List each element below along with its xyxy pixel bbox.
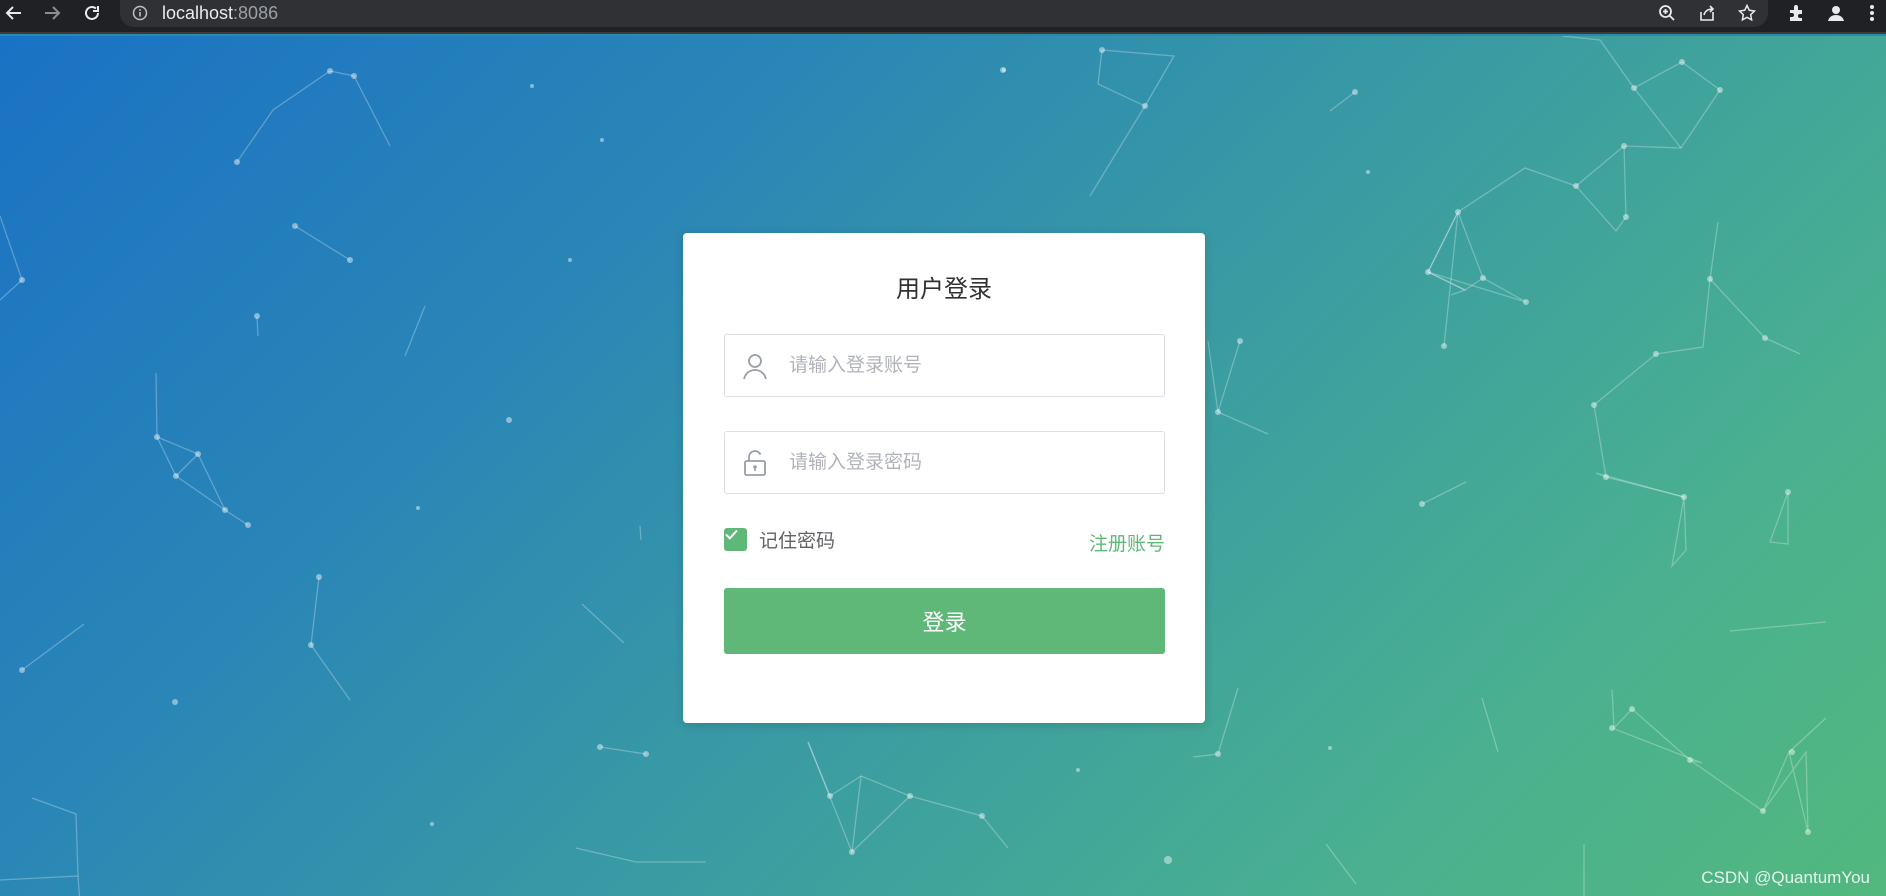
back-button[interactable]	[0, 0, 28, 26]
share-icon[interactable]	[1694, 1, 1720, 25]
url-port: :8086	[233, 3, 279, 23]
lock-icon	[741, 449, 769, 477]
remember-password[interactable]: 记住密码	[724, 527, 836, 552]
url-text: localhost:8086	[162, 3, 278, 24]
login-title: 用户登录	[896, 276, 992, 303]
extensions-icon[interactable]	[1784, 1, 1810, 25]
remember-label: 记住密码	[759, 530, 836, 552]
user-icon	[741, 352, 769, 380]
login-card: 用户登录 记住密码 注册账号 登录	[683, 233, 1205, 723]
url-host: localhost	[162, 3, 234, 23]
check-icon	[725, 529, 738, 540]
zoom-icon[interactable]	[1654, 1, 1680, 25]
reload-button[interactable]	[78, 0, 106, 26]
username-field[interactable]	[724, 334, 1165, 397]
password-field[interactable]	[724, 431, 1165, 494]
forward-icon	[45, 6, 61, 20]
back-icon	[5, 6, 21, 20]
star-icon[interactable]	[1734, 1, 1760, 25]
info-icon[interactable]	[132, 5, 148, 26]
browser-toolbar: localhost:8086	[0, 0, 1886, 34]
remember-checkbox[interactable]	[724, 527, 747, 551]
username-input[interactable]	[789, 335, 1149, 396]
password-input[interactable]	[789, 432, 1149, 493]
address-bar[interactable]: localhost:8086	[120, 0, 1768, 27]
login-button[interactable]: 登录	[724, 588, 1165, 654]
menu-icon[interactable]	[1862, 1, 1882, 25]
watermark: CSDN @QuantumYou	[1701, 868, 1870, 887]
register-link[interactable]: 注册账号	[1089, 529, 1165, 556]
profile-icon[interactable]	[1823, 1, 1849, 25]
reload-icon	[85, 5, 99, 20]
forward-button[interactable]	[38, 0, 66, 26]
background: 用户登录 记住密码 注册账号 登录 CSDN @QuantumYou	[0, 36, 1886, 896]
